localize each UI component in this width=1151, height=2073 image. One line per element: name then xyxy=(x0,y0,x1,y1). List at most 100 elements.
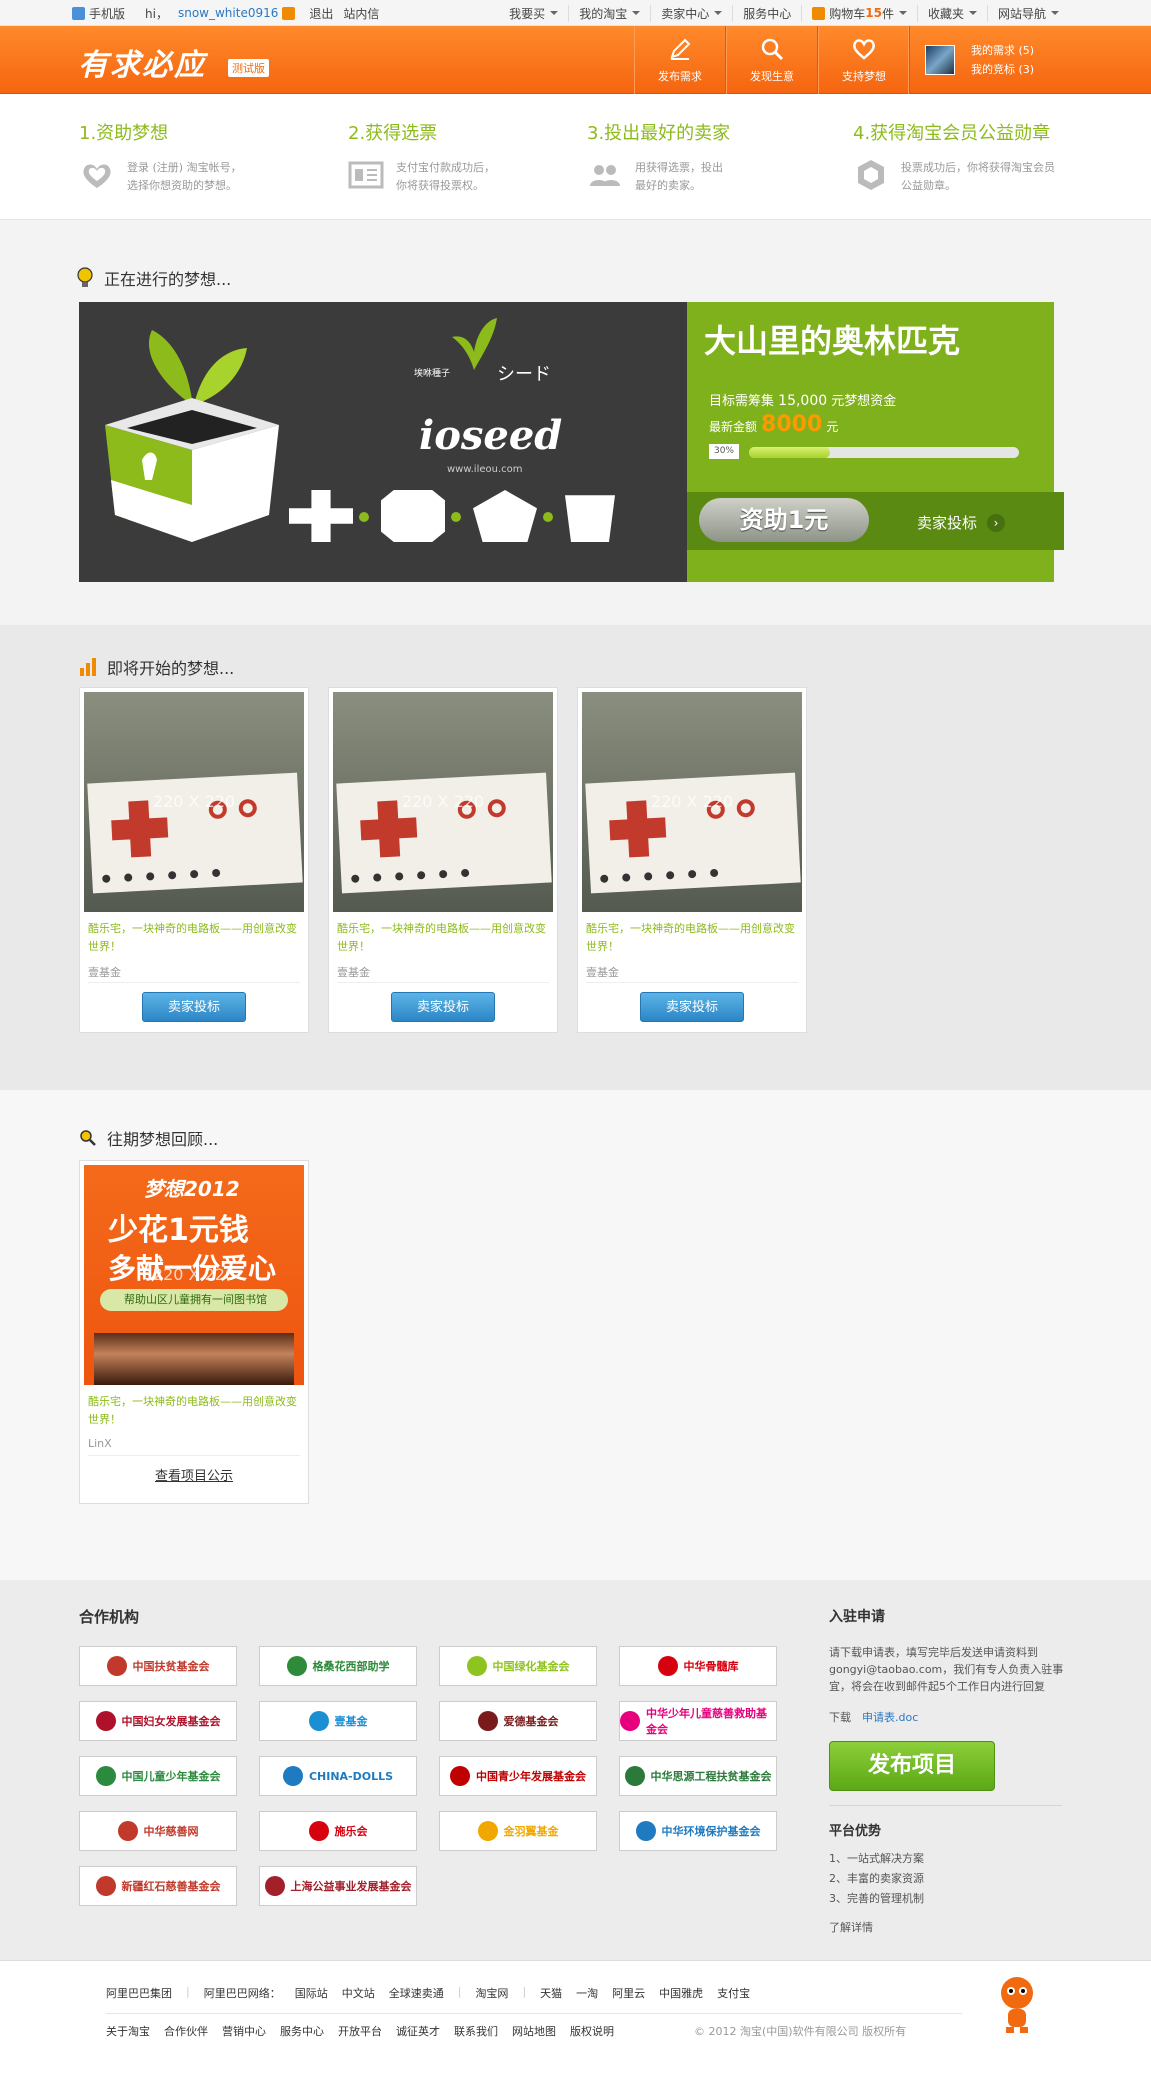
step-desc: 最好的卖家。 xyxy=(635,179,701,192)
cart-label: 购物车 xyxy=(829,6,866,21)
footer-link[interactable]: 一淘 xyxy=(576,1985,598,2001)
heart-icon xyxy=(853,39,875,60)
menu-my-taobao-label: 我的淘宝 xyxy=(579,6,628,21)
step-desc: 用获得选票，投出 xyxy=(635,161,723,174)
footer-link[interactable]: 诚征英才 xyxy=(396,2023,440,2039)
partner-logo[interactable]: 新疆红石慈善基金会 xyxy=(79,1866,237,1906)
dream-owner: 壹基金 xyxy=(337,966,370,979)
partner-mark-icon xyxy=(95,1766,116,1786)
partner-logo[interactable]: 中国妇女发展基金会 xyxy=(79,1701,237,1741)
seller-bid-button[interactable]: 卖家投标 xyxy=(391,992,495,1022)
search-icon xyxy=(761,38,784,61)
step-desc: 登录 (注册) 淘宝帐号， xyxy=(127,161,242,174)
dream-desc[interactable]: 酷乐宅，一块神奇的电路板——用创意改变世界！ xyxy=(88,1393,300,1429)
phone-icon xyxy=(72,6,85,20)
partner-logo[interactable]: 中华少年儿童慈善救助基金会 xyxy=(619,1701,777,1741)
partner-logo[interactable]: 壹基金 xyxy=(259,1701,417,1741)
partner-logo[interactable]: 中华思源工程扶贫基金会 xyxy=(619,1756,777,1796)
footer-link[interactable]: 阿里云 xyxy=(612,1985,645,2001)
dream-image[interactable]: 220 X 220 xyxy=(84,692,304,912)
seller-bid-button[interactable]: 卖家投标 xyxy=(640,992,744,1022)
menu-favorites[interactable]: 收藏夹 xyxy=(918,4,988,22)
avatar[interactable] xyxy=(925,45,955,75)
dream-image[interactable]: 220 X 220 xyxy=(582,692,802,912)
chevron-down-icon xyxy=(1051,11,1059,15)
fold-step-3 xyxy=(473,490,537,542)
dream-desc[interactable]: 酷乐宅，一块神奇的电路板——用创意改变世界！ xyxy=(88,920,300,956)
partner-logo[interactable]: 中国儿童少年基金会 xyxy=(79,1756,237,1796)
partner-logo[interactable]: 格桑花西部助学 xyxy=(259,1646,417,1686)
download-form-link[interactable]: 申请表.doc xyxy=(862,1711,918,1724)
dream-desc[interactable]: 酷乐宅，一块神奇的电路板——用创意改变世界！ xyxy=(337,920,549,956)
footer-link[interactable]: 营销中心 xyxy=(222,2023,266,2039)
footer-link[interactable]: 全球速卖通 xyxy=(389,1985,444,2001)
seed-pot-illustration xyxy=(105,330,279,542)
past-dream-card: 梦想2012 少花1元钱 多献一份爱心 帮助山区儿童拥有一间图书馆 220 X … xyxy=(79,1160,309,1504)
site-logo[interactable]: 有求必应 xyxy=(78,40,206,84)
view-project-link[interactable]: 查看项目公示 xyxy=(80,1465,308,1484)
progress-percent: 30% xyxy=(709,444,739,459)
mobile-link[interactable]: 手机版 xyxy=(72,5,135,22)
footer-link[interactable]: 服务中心 xyxy=(280,2023,324,2039)
wangwang-icon[interactable] xyxy=(282,6,296,20)
partner-logo[interactable]: 中国绿化基金会 xyxy=(439,1646,597,1686)
menu-site-nav[interactable]: 网站导航 xyxy=(988,5,1069,22)
logout-link[interactable]: 退出 xyxy=(309,5,333,22)
partner-logo[interactable]: 中华骨髓库 xyxy=(619,1646,777,1686)
menu-my-taobao[interactable]: 我的淘宝 xyxy=(569,4,652,22)
past-section: 往期梦想回顾... 梦想2012 少花1元钱 多献一份爱心 帮助山区儿童拥有一间… xyxy=(0,1090,1151,1580)
my-bids-link[interactable]: 我的竞标 (3) xyxy=(971,60,1034,79)
fund-button[interactable]: 资助1元 xyxy=(699,498,869,542)
footer-link[interactable]: 中文站 xyxy=(342,1985,375,2001)
inbox-link[interactable]: 站内信 xyxy=(343,5,379,22)
partner-logo[interactable]: 中国青少年发展基金会 xyxy=(439,1756,597,1796)
post-need-button[interactable]: 发布需求 xyxy=(634,26,726,94)
partner-logo[interactable]: CHINA-DOLLS xyxy=(259,1756,417,1796)
footer-link[interactable]: 国际站 xyxy=(295,1985,328,2001)
seller-bid-link[interactable]: 卖家投标 › xyxy=(917,512,1006,533)
footer-link[interactable]: 支付宝 xyxy=(717,1985,750,2001)
my-needs-link[interactable]: 我的需求 (5) xyxy=(971,41,1034,60)
username-link[interactable]: snow_white0916 xyxy=(178,6,278,20)
partner-mark-icon xyxy=(466,1656,487,1676)
footer-link[interactable]: 关于淘宝 xyxy=(106,2023,150,2039)
menu-seller-center[interactable]: 卖家中心 xyxy=(651,4,734,22)
goal-prefix: 目标需筹集 xyxy=(709,394,775,409)
dream-desc[interactable]: 酷乐宅，一块神奇的电路板——用创意改变世界！ xyxy=(586,920,798,956)
past-dream-image[interactable]: 梦想2012 少花1元钱 多献一份爱心 帮助山区儿童拥有一间图书馆 220 X … xyxy=(84,1165,304,1385)
dream-title[interactable]: 大山里的奥林匹克 xyxy=(704,316,960,362)
footer-link[interactable]: 开放平台 xyxy=(338,2023,382,2039)
find-business-button[interactable]: 发现生意 xyxy=(726,26,818,94)
seller-bid-button[interactable]: 卖家投标 xyxy=(142,992,246,1022)
partner-logo[interactable]: 中华环境保护基金会 xyxy=(619,1811,777,1851)
footer-link[interactable]: 网站地图 xyxy=(512,2023,556,2039)
partner-name: CHINA-DOLLS xyxy=(308,1769,394,1783)
menu-service[interactable]: 服务中心 xyxy=(733,4,803,22)
publish-project-button[interactable]: 发布项目 xyxy=(829,1741,995,1791)
menu-cart[interactable]: 购物车 15 件 xyxy=(802,4,918,22)
footer-link[interactable]: 中国雅虎 xyxy=(659,1985,703,2001)
dream-image[interactable]: 220 X 220 xyxy=(333,692,553,912)
footer-link[interactable]: 合作伙伴 xyxy=(164,2023,208,2039)
footer-link[interactable]: 阿里巴巴网络： xyxy=(204,1985,281,2001)
partners-section: 合作机构 中国扶贫基金会 格桑花西部助学 中国绿化基金会 中华骨髓库 中国妇女发展基金会… xyxy=(0,1580,1151,1960)
partner-logo[interactable]: 金羽翼基金 xyxy=(439,1811,597,1851)
partner-logo[interactable]: 上海公益事业发展基金会 xyxy=(259,1866,417,1906)
support-dream-button[interactable]: 支持梦想 xyxy=(818,26,910,94)
partner-logo[interactable]: 施乐会 xyxy=(259,1811,417,1851)
learn-more-link[interactable]: 了解详情 xyxy=(829,1919,1069,1935)
magnifier-icon xyxy=(80,1130,96,1146)
footer-link[interactable]: 版权说明 xyxy=(570,2023,614,2039)
partner-name: 爱德基金会 xyxy=(503,1715,559,1728)
partner-logo[interactable]: 爱德基金会 xyxy=(439,1701,597,1741)
partner-name: 中国儿童少年基金会 xyxy=(121,1770,221,1783)
menu-buy[interactable]: 我要买 xyxy=(499,4,570,22)
advantages-title: 平台优势 xyxy=(829,1824,882,1839)
dream-banner-image[interactable]: 埃咻種子 シード ioseed www.ileou.com xyxy=(79,302,687,582)
footer-link[interactable]: 联系我们 xyxy=(454,2023,498,2039)
footer-link[interactable]: 阿里巴巴集团 xyxy=(106,1985,172,2001)
footer-link[interactable]: 天猫 xyxy=(540,1985,562,2001)
footer-link[interactable]: 淘宝网 xyxy=(475,1985,508,2001)
partner-logo[interactable]: 中华慈善网 xyxy=(79,1811,237,1851)
partner-logo[interactable]: 中国扶贫基金会 xyxy=(79,1646,237,1686)
